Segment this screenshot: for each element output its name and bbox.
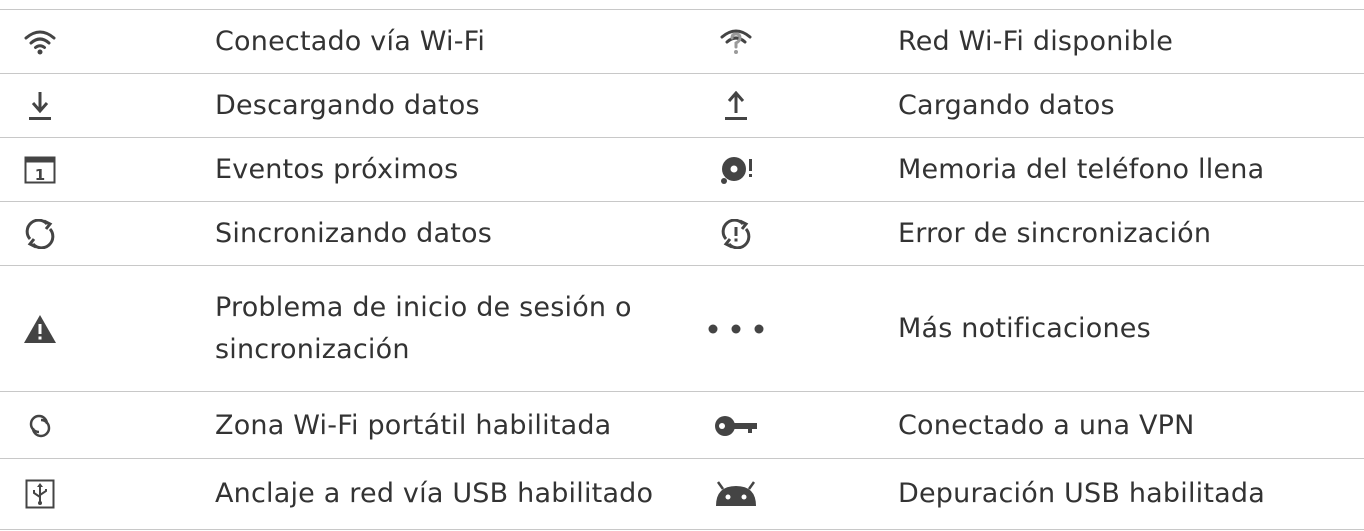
- list-item-label: Zona Wi-Fi portátil habilitada: [215, 409, 612, 441]
- table-row: Sincronizando datos Error de sincronizac…: [0, 201, 1364, 266]
- list-item-label: Cargando datos: [898, 90, 1115, 121]
- list-item-label: Anclaje a red vía USB habilitado: [215, 478, 654, 509]
- android-debug-icon: [706, 459, 766, 529]
- list-item-label: Depuración USB habilitada: [898, 478, 1265, 509]
- wifi-connected-icon: [10, 10, 70, 74]
- warning-icon: [10, 266, 70, 392]
- storage-full-icon: [706, 138, 766, 202]
- list-item-label: Error de sincronización: [898, 218, 1212, 249]
- table-row: Problema de inicio de sesión o sincroniz…: [0, 265, 1364, 392]
- vpn-key-icon: [706, 392, 766, 459]
- list-item-label: Problema de inicio de sesión o sincroniz…: [215, 292, 632, 365]
- wifi-available-icon: [706, 10, 766, 74]
- download-icon: [10, 74, 70, 138]
- table-row: Anclaje a red vía USB habilitado Depurac…: [0, 458, 1364, 530]
- sync-icon: [10, 202, 70, 266]
- list-item-label: Más notificaciones: [898, 313, 1151, 344]
- table-row: Descargando datos Cargando datos: [0, 73, 1364, 138]
- list-item-label: Descargando datos: [215, 90, 480, 121]
- list-item-label: Conectado vía Wi-Fi: [215, 26, 486, 57]
- sync-error-icon: [706, 202, 766, 266]
- table-row: Conectado vía Wi-Fi Red Wi-Fi disponible: [0, 9, 1364, 74]
- usb-tethering-icon: [10, 459, 70, 529]
- list-item-label: Conectado a una VPN: [898, 409, 1195, 441]
- list-item-label: Sincronizando datos: [215, 218, 492, 249]
- table-row: 1 Eventos próximos Memoria del teléfono …: [0, 137, 1364, 202]
- hotspot-icon: [10, 392, 70, 459]
- calendar-icon: 1: [10, 138, 70, 202]
- table-row: Zona Wi-Fi portátil habilitada Conectado…: [0, 391, 1364, 459]
- list-item-label: Eventos próximos: [215, 154, 459, 185]
- more-icon: [706, 266, 766, 392]
- upload-icon: [706, 74, 766, 138]
- svg-text:1: 1: [35, 166, 45, 184]
- list-item-label: Memoria del teléfono llena: [898, 154, 1265, 185]
- list-item-label: Red Wi-Fi disponible: [898, 26, 1174, 57]
